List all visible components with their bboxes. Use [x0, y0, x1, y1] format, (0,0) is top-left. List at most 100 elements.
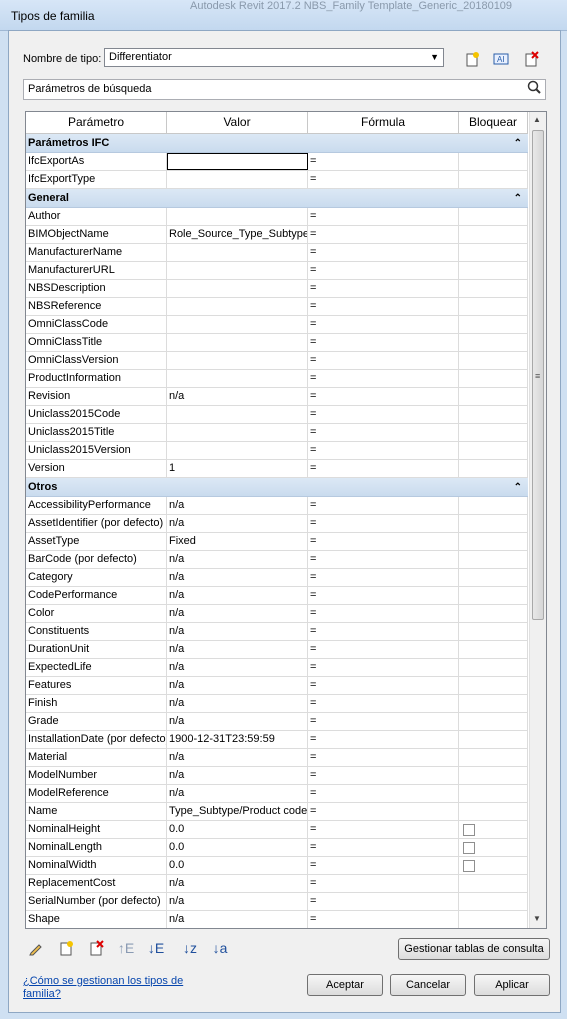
column-header-parameter[interactable]: Parámetro — [26, 112, 167, 133]
collapse-chevron-icon[interactable]: ⌃ — [514, 478, 522, 497]
parameter-value[interactable]: n/a — [167, 569, 308, 586]
delete-parameter-icon[interactable] — [86, 938, 106, 958]
parameter-formula[interactable]: = — [308, 262, 459, 279]
parameter-row[interactable]: OmniClassVersion = — [26, 352, 528, 370]
parameter-row[interactable]: ModelNumber n/a = — [26, 767, 528, 785]
collapse-chevron-icon[interactable]: ⌃ — [514, 189, 522, 208]
new-parameter-icon[interactable] — [56, 938, 76, 958]
parameter-row[interactable]: DurationUnit n/a = — [26, 641, 528, 659]
parameter-row[interactable]: Shape n/a = — [26, 911, 528, 928]
parameter-formula[interactable]: = — [308, 370, 459, 387]
parameter-formula[interactable]: = — [308, 515, 459, 532]
sort-descending-icon[interactable]: ↓a — [210, 938, 230, 958]
parameter-value[interactable]: 0.0 — [167, 839, 308, 856]
parameter-formula[interactable]: = — [308, 460, 459, 477]
parameter-formula[interactable]: = — [308, 587, 459, 604]
parameter-formula[interactable]: = — [308, 623, 459, 640]
parameter-formula[interactable]: = — [308, 821, 459, 838]
parameter-value[interactable] — [167, 262, 308, 279]
parameter-row[interactable]: ManufacturerURL = — [26, 262, 528, 280]
parameter-formula[interactable]: = — [308, 893, 459, 910]
parameter-value[interactable]: 0.0 — [167, 821, 308, 838]
parameter-row[interactable]: ProductInformation = — [26, 370, 528, 388]
parameter-value[interactable]: n/a — [167, 677, 308, 694]
move-up-icon[interactable]: ↑E — [116, 938, 136, 958]
parameter-row[interactable]: CodePerformance n/a = — [26, 587, 528, 605]
parameter-value[interactable]: 0.0 — [167, 857, 308, 874]
parameter-value[interactable]: n/a — [167, 911, 308, 928]
parameter-formula[interactable]: = — [308, 352, 459, 369]
parameter-row[interactable]: Finish n/a = — [26, 695, 528, 713]
parameter-row[interactable]: NBSDescription = — [26, 280, 528, 298]
lock-checkbox[interactable] — [463, 824, 475, 836]
parameter-row[interactable]: Uniclass2015Version = — [26, 442, 528, 460]
parameter-formula[interactable]: = — [308, 731, 459, 748]
parameter-row[interactable]: ManufacturerName = — [26, 244, 528, 262]
parameter-value[interactable] — [167, 244, 308, 261]
parameter-formula[interactable]: = — [308, 424, 459, 441]
parameter-formula[interactable]: = — [308, 911, 459, 928]
parameter-value[interactable] — [167, 406, 308, 423]
search-icon[interactable] — [527, 80, 541, 97]
parameter-formula[interactable]: = — [308, 153, 459, 170]
search-parameters-input[interactable]: Parámetros de búsqueda — [23, 79, 546, 100]
parameter-row[interactable]: NominalWidth 0.0 = — [26, 857, 528, 875]
manage-lookup-tables-button[interactable]: Gestionar tablas de consulta — [398, 938, 550, 960]
parameter-formula[interactable]: = — [308, 406, 459, 423]
parameter-formula[interactable]: = — [308, 497, 459, 514]
parameter-row[interactable]: ModelReference n/a = — [26, 785, 528, 803]
parameter-row[interactable]: Uniclass2015Code = — [26, 406, 528, 424]
parameter-value[interactable]: n/a — [167, 713, 308, 730]
group-header[interactable]: General ⌃ — [26, 189, 528, 208]
parameter-value[interactable]: n/a — [167, 875, 308, 892]
parameter-formula[interactable]: = — [308, 442, 459, 459]
parameter-row[interactable]: Features n/a = — [26, 677, 528, 695]
parameter-row[interactable]: AccessibilityPerformance n/a = — [26, 497, 528, 515]
apply-button[interactable]: Aplicar — [474, 974, 550, 996]
parameter-value[interactable] — [167, 208, 308, 225]
parameter-value[interactable]: n/a — [167, 893, 308, 910]
lock-checkbox[interactable] — [463, 842, 475, 854]
parameter-value[interactable]: n/a — [167, 388, 308, 405]
parameter-row[interactable]: BIMObjectName Role_Source_Type_Subtype = — [26, 226, 528, 244]
parameter-row[interactable]: OmniClassTitle = — [26, 334, 528, 352]
scroll-down-icon[interactable]: ▼ — [533, 914, 541, 923]
parameter-row[interactable]: NominalHeight 0.0 = — [26, 821, 528, 839]
parameter-value[interactable] — [167, 298, 308, 315]
rename-type-icon[interactable]: AI — [490, 48, 512, 70]
parameter-value[interactable]: n/a — [167, 587, 308, 604]
parameter-value[interactable]: n/a — [167, 695, 308, 712]
lock-checkbox[interactable] — [463, 860, 475, 872]
parameter-formula[interactable]: = — [308, 316, 459, 333]
collapse-chevron-icon[interactable]: ⌃ — [514, 134, 522, 153]
parameter-value[interactable]: n/a — [167, 785, 308, 802]
parameter-formula[interactable]: = — [308, 677, 459, 694]
parameter-row[interactable]: NBSReference = — [26, 298, 528, 316]
parameter-formula[interactable]: = — [308, 767, 459, 784]
move-down-icon[interactable]: ↓E — [146, 938, 166, 958]
parameter-formula[interactable]: = — [308, 857, 459, 874]
parameter-formula[interactable]: = — [308, 226, 459, 243]
parameter-row[interactable]: InstallationDate (por defecto) 1900-12-31… — [26, 731, 528, 749]
parameter-formula[interactable]: = — [308, 298, 459, 315]
parameter-value[interactable]: n/a — [167, 497, 308, 514]
parameter-value[interactable]: n/a — [167, 551, 308, 568]
scrollbar-thumb[interactable]: ≡ — [532, 130, 544, 620]
parameter-formula[interactable]: = — [308, 280, 459, 297]
parameter-formula[interactable]: = — [308, 569, 459, 586]
parameter-row[interactable]: Category n/a = — [26, 569, 528, 587]
parameter-value[interactable]: n/a — [167, 767, 308, 784]
parameter-formula[interactable]: = — [308, 713, 459, 730]
parameter-row[interactable]: ExpectedLife n/a = — [26, 659, 528, 677]
parameter-formula[interactable]: = — [308, 695, 459, 712]
parameter-row[interactable]: Uniclass2015Title = — [26, 424, 528, 442]
parameter-row[interactable]: AssetIdentifier (por defecto) n/a = — [26, 515, 528, 533]
parameter-row[interactable]: Name Type_Subtype/Product code = — [26, 803, 528, 821]
ok-button[interactable]: Aceptar — [307, 974, 383, 996]
parameter-formula[interactable]: = — [308, 803, 459, 820]
parameter-row[interactable]: Color n/a = — [26, 605, 528, 623]
parameter-value[interactable]: n/a — [167, 623, 308, 640]
parameter-row[interactable]: BarCode (por defecto) n/a = — [26, 551, 528, 569]
group-header[interactable]: Parámetros IFC ⌃ — [26, 134, 528, 153]
parameter-row[interactable]: OmniClassCode = — [26, 316, 528, 334]
